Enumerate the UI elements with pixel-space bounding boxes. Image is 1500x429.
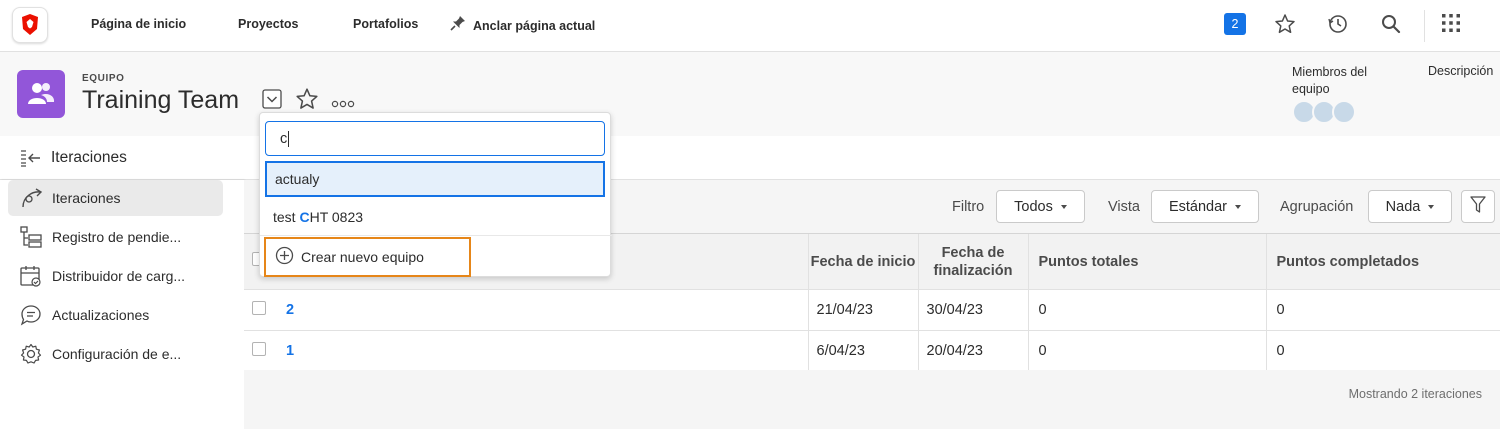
filter-dropdown[interactable]: Todos (996, 190, 1085, 223)
search-icon[interactable] (1380, 13, 1402, 40)
gear-icon (20, 343, 48, 365)
team-kicker: EQUIPO (82, 73, 125, 84)
sidebar-item-label: Actualizaciones (52, 307, 150, 323)
team-option-suffix: HT 0823 (309, 209, 364, 225)
team-option-prefix: test (273, 209, 300, 225)
nav-home-link[interactable]: Página de inicio (91, 17, 186, 31)
nav-portfolios-link[interactable]: Portafolios (353, 17, 418, 31)
sidebar-item-label: Configuración de e... (52, 346, 182, 362)
view-dropdown[interactable]: Estándar (1151, 190, 1259, 223)
team-search-input[interactable]: c (265, 121, 605, 156)
total-points-cell: 0 (1027, 330, 1266, 372)
favorites-star-icon[interactable] (1274, 13, 1296, 40)
table-footer (244, 370, 1500, 416)
sidebar-item-updates[interactable]: Actualizaciones (8, 297, 223, 333)
table-row: 2 21/04/23 30/04/23 0 0 (244, 289, 1500, 331)
top-navigation: Página de inicio Proyectos Portafolios A… (0, 0, 1500, 52)
pin-page-button[interactable]: Anclar página actual (449, 14, 595, 37)
start-date-header[interactable]: Fecha de inicio (807, 233, 918, 290)
total-points-cell: 0 (1027, 289, 1266, 331)
sidebar-item-label: Registro de pendie... (52, 229, 182, 245)
iterations-icon (20, 187, 48, 209)
description-label: Descripción (1428, 64, 1494, 78)
team-option-match: C (299, 209, 310, 225)
completed-points-header[interactable]: Puntos completados (1265, 233, 1500, 290)
start-date-cell: 6/04/23 (807, 330, 918, 372)
row-select-cell (244, 289, 286, 331)
pin-page-label: Anclar página actual (473, 18, 596, 33)
nav-divider (1424, 10, 1425, 42)
nav-projects-link[interactable]: Proyectos (238, 17, 298, 31)
chevron-down-icon (1428, 204, 1435, 209)
view-label: Vista (1108, 199, 1140, 215)
avatar (1332, 100, 1356, 124)
start-date-cell: 21/04/23 (807, 289, 918, 331)
notifications-badge[interactable]: 2 (1224, 13, 1246, 35)
total-points-header[interactable]: Puntos totales (1027, 233, 1266, 290)
section-subheader: Iteraciones (0, 136, 1500, 180)
completed-points-cell: 0 (1265, 289, 1500, 331)
app-grid-icon[interactable] (1441, 13, 1461, 38)
grouping-value: Nada (1385, 198, 1421, 215)
calendar-check-icon (20, 265, 48, 287)
completed-points-cell: 0 (1265, 330, 1500, 372)
filter-funnel-button[interactable] (1461, 190, 1495, 223)
end-date-cell: 30/04/23 (917, 289, 1028, 331)
table-row: 1 6/04/23 20/04/23 0 0 (244, 330, 1500, 372)
chat-bubble-icon (20, 304, 48, 326)
iteration-link[interactable]: 1 (286, 343, 294, 359)
sidebar-item-backlog[interactable]: Registro de pendie... (8, 219, 223, 255)
chevron-down-icon (1060, 204, 1067, 209)
more-options-icon[interactable] (331, 95, 355, 113)
app-logo-icon[interactable] (12, 7, 48, 43)
dropdown-divider (260, 235, 612, 236)
section-title: Iteraciones (51, 149, 127, 166)
sidebar-item-label: Iteraciones (52, 190, 121, 206)
collapse-sidebar-icon[interactable] (20, 149, 42, 172)
member-avatars[interactable] (1292, 100, 1372, 124)
sidebar-item-iterations[interactable]: Iteraciones (8, 180, 223, 216)
add-circle-icon (275, 246, 294, 268)
end-date-header[interactable]: Fecha de finalización (917, 233, 1028, 290)
sidebar-item-label: Distribuidor de carg... (52, 268, 186, 284)
filter-label: Filtro (952, 199, 985, 215)
team-header: EQUIPO Training Team Miembros del equipo… (0, 52, 1500, 136)
iteration-name-cell: 1 (286, 330, 808, 372)
results-count: Mostrando 2 iteraciones (1348, 387, 1482, 401)
team-switcher-dropdown: c actualy test C HT 0823 Crear nuevo equi… (259, 112, 612, 277)
create-new-team-button[interactable]: Crear nuevo equipo (264, 237, 471, 277)
history-clock-icon[interactable] (1327, 13, 1349, 40)
row-select-cell (244, 330, 286, 372)
team-members-label: Miembros del equipo (1292, 65, 1368, 96)
backlog-icon (20, 226, 48, 248)
row-checkbox[interactable] (252, 342, 266, 356)
team-avatar-icon (17, 70, 65, 118)
create-new-team-label: Crear nuevo equipo (301, 249, 424, 265)
end-date-cell: 20/04/23 (917, 330, 1028, 372)
sidebar-item-settings[interactable]: Configuración de e... (8, 336, 223, 372)
iteration-name-cell: 2 (286, 289, 808, 331)
team-option[interactable]: test C HT 0823 (265, 199, 605, 235)
sidebar: Iteraciones Registro de pendie... Distri… (0, 180, 244, 429)
filter-value: Todos (1014, 198, 1053, 215)
sidebar-item-workload[interactable]: Distribuidor de carg... (8, 258, 223, 294)
iteration-link[interactable]: 2 (286, 302, 294, 318)
grouping-dropdown[interactable]: Nada (1368, 190, 1452, 223)
funnel-icon (1470, 195, 1486, 218)
team-option[interactable]: actualy (265, 161, 605, 197)
row-checkbox[interactable] (252, 301, 266, 315)
grouping-label: Agrupación (1280, 199, 1354, 215)
page-title: Training Team (82, 86, 240, 114)
chevron-down-icon (1235, 204, 1242, 209)
team-switcher-chevron-icon[interactable] (262, 89, 282, 114)
team-option-label: actualy (275, 171, 320, 187)
view-value: Estándar (1168, 198, 1228, 215)
pin-icon (449, 14, 467, 37)
